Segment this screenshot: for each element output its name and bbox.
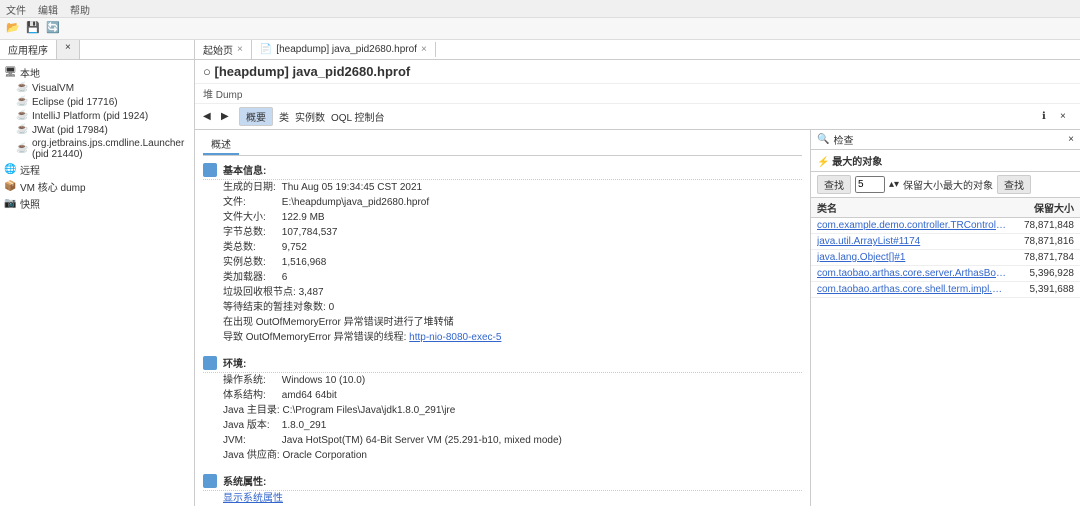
table-row[interactable]: com.taobao.arthas.core.shell.term.impl.h… <box>811 282 1080 298</box>
results-table: 类名 保留大小 com.example.demo.controller.TRCo… <box>811 198 1080 506</box>
retained-size: 78,871,848 <box>1017 218 1080 234</box>
inspect-panel: 🔍 检查 × ⚡ 最大的对象 查找 ▴▾ 保留大小最大的对象 查找 <box>810 130 1080 506</box>
biggest-objects-title: ⚡ 最大的对象 <box>811 150 1080 172</box>
tree-proc[interactable]: ☕Eclipse (pid 17716) <box>2 95 192 109</box>
menu-help[interactable]: 帮助 <box>70 2 90 15</box>
class-link[interactable]: java.util.ArrayList#1174 <box>817 236 1007 247</box>
retained-size: 78,871,784 <box>1017 250 1080 266</box>
bolt-icon: ⚡ <box>817 157 829 168</box>
java-icon: ☕ <box>16 143 28 155</box>
java-icon: ☕ <box>16 82 28 94</box>
main-toolbar: 📂 💾 🔄 <box>0 18 1080 40</box>
section-icon <box>203 356 217 370</box>
host-icon: 🖥 <box>4 67 16 79</box>
close-icon[interactable]: × <box>237 44 243 55</box>
show-sysprops-link[interactable]: 显示系统属性 <box>223 493 283 504</box>
classes-button[interactable]: 类 <box>279 109 289 124</box>
snapshot-icon: 📷 <box>4 198 16 210</box>
find-button-2[interactable]: 查找 <box>997 175 1031 194</box>
table-row[interactable]: com.example.demo.controller.TRController… <box>811 218 1080 234</box>
basic-info-section: 基本信息: 生成的日期: Thu Aug 05 19:34:45 CST 202… <box>203 160 802 345</box>
class-link[interactable]: com.taobao.arthas.core.server.ArthasBoot… <box>817 268 1007 279</box>
class-link[interactable]: java.lang.Object[]#1 <box>817 252 1007 263</box>
col-retained-size[interactable]: 保留大小 <box>1017 198 1080 218</box>
section-icon <box>203 163 217 177</box>
tree-proc[interactable]: ☕IntelliJ Platform (pid 1924) <box>2 109 192 123</box>
java-icon: ☕ <box>16 96 28 108</box>
col-classname[interactable]: 类名 <box>811 198 1017 218</box>
inspect-title: 检查 <box>833 132 853 147</box>
spinner-icon[interactable]: ▴▾ <box>889 179 899 190</box>
forward-icon[interactable]: ▶ <box>221 111 233 123</box>
tree-snapshot[interactable]: 📷快照 <box>2 195 192 212</box>
dump-toolbar: ◀ ▶ 概要 类 实例数 OQL 控制台 ℹ × <box>195 104 1080 130</box>
table-row[interactable]: java.lang.Object[]#1 78,871,784 <box>811 250 1080 266</box>
instances-button[interactable]: 实例数 <box>295 109 325 124</box>
save-icon[interactable]: 💾 <box>26 21 42 37</box>
tab-heapdump[interactable]: 📄[heapdump] java_pid2680.hprof× <box>252 42 436 57</box>
close-icon[interactable]: × <box>1060 111 1072 123</box>
file-tabs: 起始页× 📄[heapdump] java_pid2680.hprof× <box>195 40 1080 60</box>
tree-proc[interactable]: ☕VisualVM <box>2 81 192 95</box>
close-icon[interactable]: × <box>1068 134 1074 145</box>
heapdump-icon: ○ <box>203 64 211 79</box>
dump-title: ○ [heapdump] java_pid2680.hprof <box>195 60 1080 84</box>
find-controls: 查找 ▴▾ 保留大小最大的对象 查找 <box>811 172 1080 198</box>
tree-remote[interactable]: 🌐远程 <box>2 161 192 178</box>
tree-coredump[interactable]: 📦VM 核心 dump <box>2 178 192 195</box>
applications-panel: 应用程序 × 🖥本地 ☕VisualVM ☕Eclipse (pid 17716… <box>0 40 195 506</box>
retained-size: 5,391,688 <box>1017 282 1080 298</box>
retained-size: 78,871,816 <box>1017 234 1080 250</box>
dump-icon: 📦 <box>4 181 16 193</box>
oome-thread-link[interactable]: http-nio-8080-exec-5 <box>409 332 501 343</box>
oql-button[interactable]: OQL 控制台 <box>331 109 385 124</box>
refresh-icon[interactable]: 🔄 <box>46 21 62 37</box>
sysprops-section: 系统属性: 显示系统属性 <box>203 471 802 506</box>
tab-applications[interactable]: 应用程序 <box>0 40 57 59</box>
tree-proc[interactable]: ☕JWat (pid 17984) <box>2 123 192 137</box>
table-row[interactable]: com.taobao.arthas.core.server.ArthasBoot… <box>811 266 1080 282</box>
section-icon <box>203 474 217 488</box>
environment-section: 环境: 操作系统: Windows 10 (10.0) 体系结构: amd64 … <box>203 353 802 463</box>
class-link[interactable]: com.example.demo.controller.TRController… <box>817 220 1007 231</box>
search-icon: 🔍 <box>817 134 829 145</box>
menubar: 文件 编辑 帮助 <box>0 0 1080 18</box>
heapdump-icon: 📄 <box>260 44 272 55</box>
java-icon: ☕ <box>16 124 28 136</box>
close-icon[interactable]: × <box>421 44 427 55</box>
info-icon[interactable]: ℹ <box>1042 111 1054 123</box>
table-row[interactable]: java.util.ArrayList#1174 78,871,816 <box>811 234 1080 250</box>
summary-content: 概述 基本信息: 生成的日期: Thu Aug 05 19:34:45 CST … <box>195 130 810 506</box>
tree-proc[interactable]: ☕org.jetbrains.jps.cmdline.Launcher (pid… <box>2 137 192 161</box>
java-icon: ☕ <box>16 110 28 122</box>
remote-icon: 🌐 <box>4 164 16 176</box>
find-button[interactable]: 查找 <box>817 175 851 194</box>
menu-file[interactable]: 文件 <box>6 2 26 15</box>
tab-close[interactable]: × <box>57 40 80 59</box>
section-tab-overview[interactable]: 概述 <box>203 134 239 155</box>
menu-edit[interactable]: 编辑 <box>38 2 58 15</box>
dump-subtitle: 堆 Dump <box>195 84 1080 104</box>
count-input[interactable] <box>855 176 885 193</box>
class-link[interactable]: com.taobao.arthas.core.shell.term.impl.h… <box>817 284 1007 295</box>
back-icon[interactable]: ◀ <box>203 111 215 123</box>
retained-size: 5,396,928 <box>1017 266 1080 282</box>
process-tree: 🖥本地 ☕VisualVM ☕Eclipse (pid 17716) ☕Inte… <box>0 60 194 506</box>
open-icon[interactable]: 📂 <box>6 21 22 37</box>
tree-local[interactable]: 🖥本地 <box>2 64 192 81</box>
tab-start-page[interactable]: 起始页× <box>195 40 252 59</box>
editor-area: 起始页× 📄[heapdump] java_pid2680.hprof× ○ [… <box>195 40 1080 506</box>
summary-button[interactable]: 概要 <box>239 107 273 126</box>
